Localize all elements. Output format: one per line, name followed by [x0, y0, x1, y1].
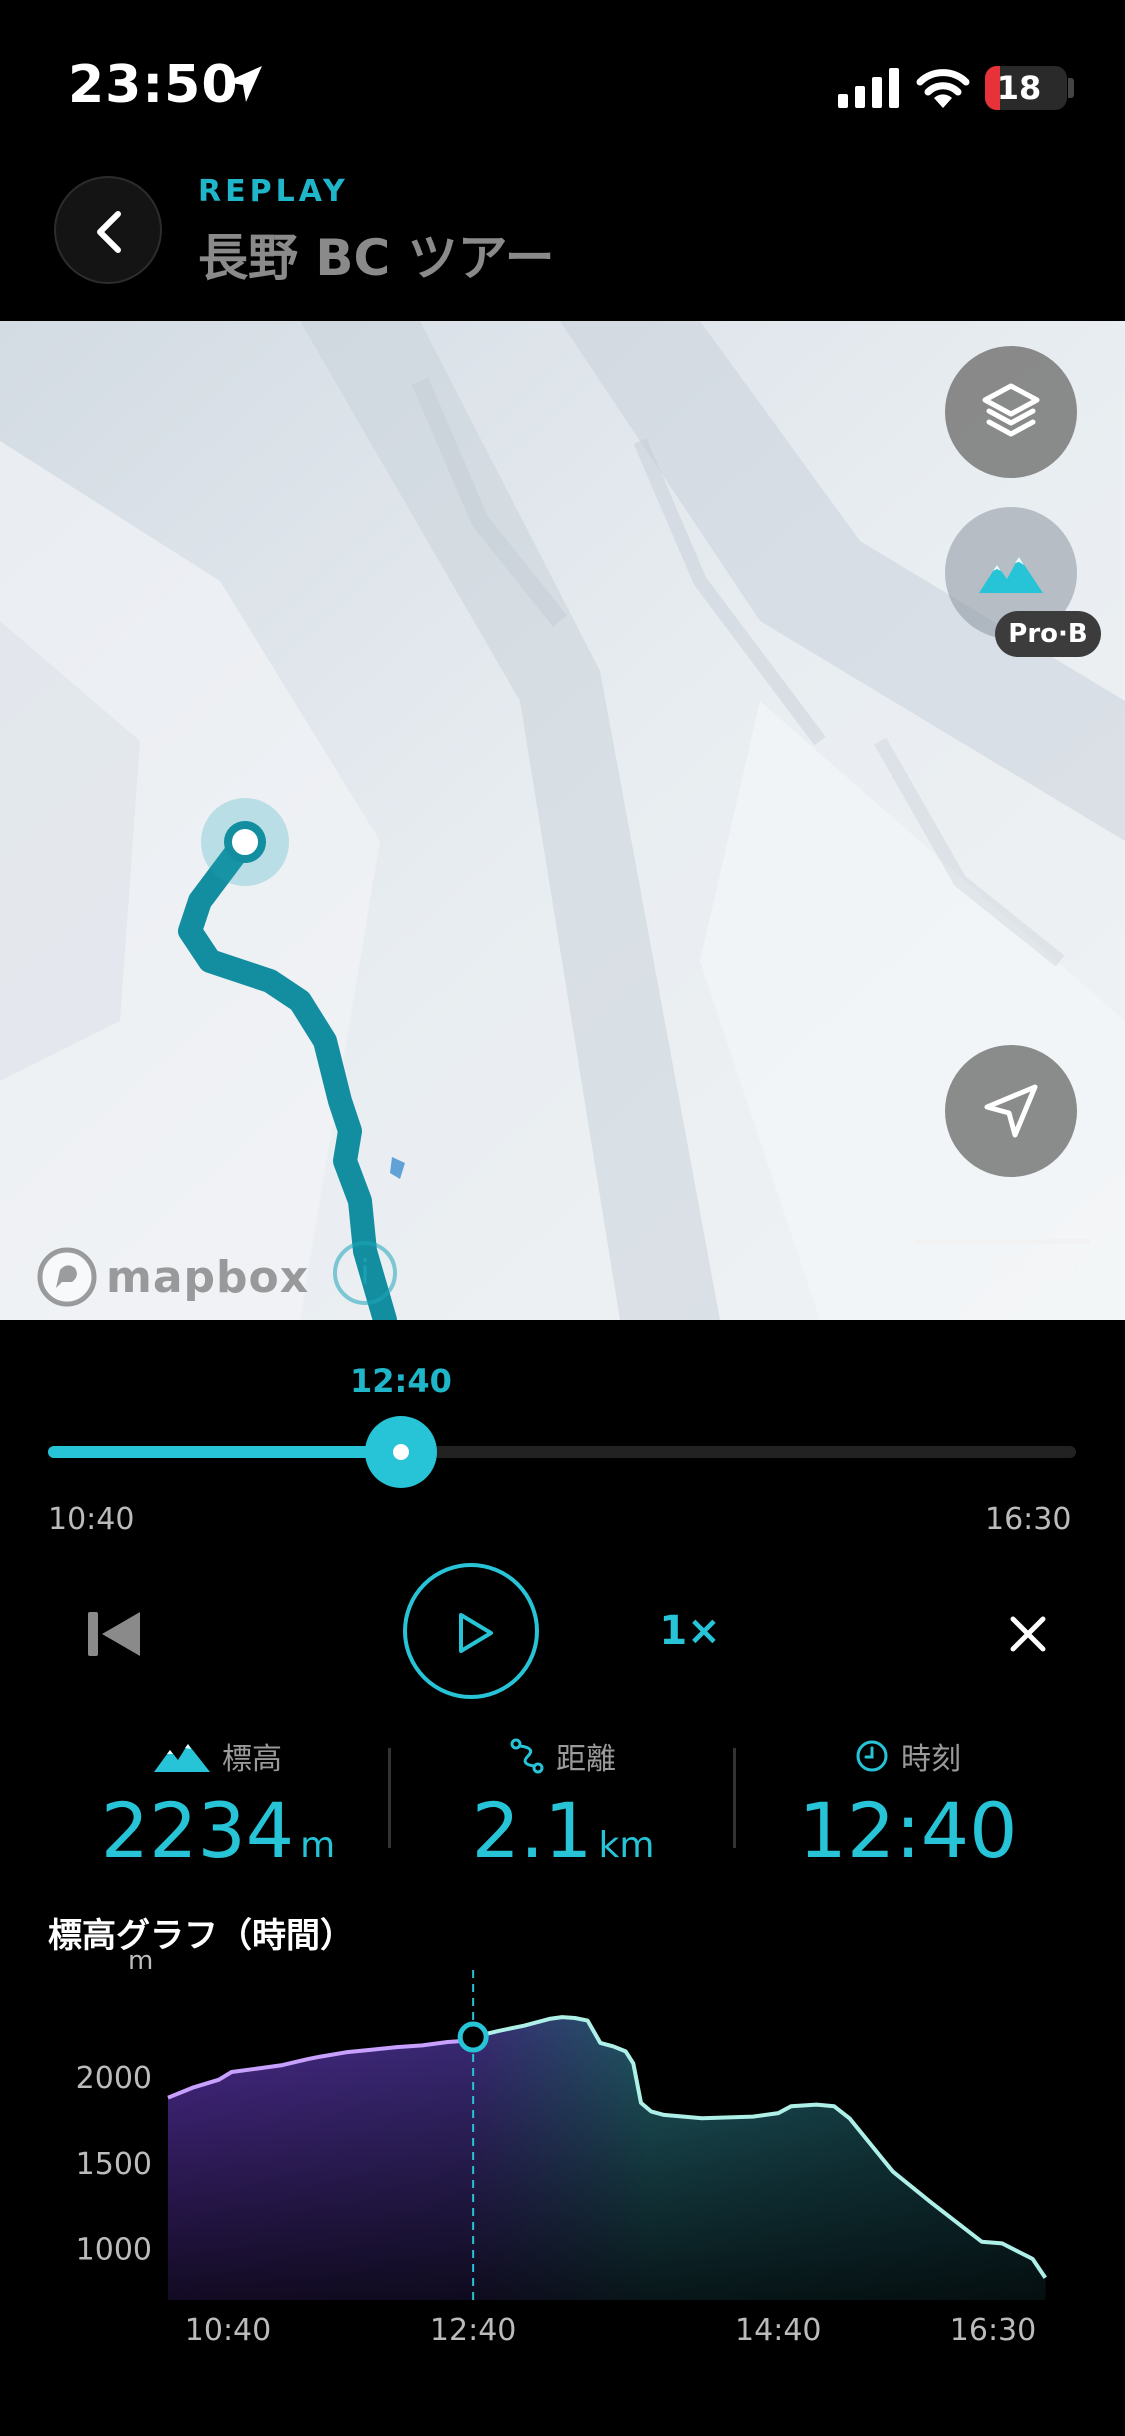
layers-icon — [982, 383, 1040, 437]
time-label: 時刻 — [901, 1742, 961, 1777]
page-title: 長野 BC ツアー — [198, 229, 555, 287]
elevation-unit: m — [300, 1825, 336, 1866]
chart-title: 標高グラフ（時間） — [48, 1916, 354, 1956]
distance-stat: 距離 2.1 km — [393, 1734, 733, 1891]
play-button[interactable] — [403, 1563, 539, 1699]
elevation-stat: 標高 2234 m — [48, 1734, 388, 1891]
distance-value: 2.1 — [471, 1786, 593, 1875]
mountains-icon — [154, 1744, 210, 1772]
elevation-chart[interactable]: 2000 1500 1000 10:40 12:40 14:40 16:30 — [0, 1960, 1125, 2350]
x-tick-label: 12:40 — [430, 2313, 516, 2348]
distance-label: 距離 — [556, 1742, 616, 1777]
locate-button[interactable] — [945, 1045, 1077, 1177]
skip-back-button[interactable] — [88, 1608, 142, 1660]
scale-label: 500 m — [990, 1251, 1080, 1284]
mountains-icon — [979, 557, 1043, 593]
slider-current-time: 12:40 — [350, 1362, 452, 1400]
x-tick-label: 10:40 — [185, 2313, 271, 2348]
location-arrow-icon — [226, 66, 262, 102]
status-time: 23:50 — [68, 55, 239, 115]
stat-divider — [733, 1748, 736, 1848]
stat-divider — [388, 1748, 391, 1848]
x-tick-label: 16:30 — [950, 2313, 1036, 2348]
y-tick-label: 1500 — [76, 2147, 152, 2182]
battery-tip — [1068, 78, 1074, 98]
time-stat: 時刻 12:40 — [738, 1734, 1078, 1876]
header-subtitle: REPLAY — [198, 174, 349, 209]
status-bar: 23:50 18 — [0, 0, 1125, 150]
slider-end-time: 16:30 — [985, 1502, 1072, 1537]
y-tick-label: 1000 — [76, 2233, 152, 2268]
playback-speed-button[interactable]: 1× — [640, 1608, 740, 1654]
map-view[interactable]: Pro·B mapbox i 500 m — [0, 321, 1125, 1320]
attribution-info-button[interactable]: i — [333, 1241, 397, 1305]
battery-icon: 18 — [985, 66, 1067, 110]
elevation-value: 2234 — [100, 1786, 295, 1875]
distance-unit: km — [598, 1825, 655, 1866]
mapbox-logo: mapbox — [36, 1246, 309, 1308]
current-position-marker — [457, 2021, 489, 2053]
scale-bar — [915, 1239, 1090, 1244]
terrain-map — [0, 321, 1125, 1320]
slider-start-time: 10:40 — [48, 1502, 135, 1537]
close-button[interactable] — [1008, 1614, 1048, 1654]
back-button[interactable] — [54, 176, 162, 284]
navigation-arrow-icon — [984, 1084, 1038, 1138]
cellular-signal-icon — [838, 68, 899, 108]
timeline-slider-progress — [48, 1446, 401, 1458]
time-value: 12:40 — [798, 1786, 1018, 1875]
x-tick-label: 14:40 — [735, 2313, 821, 2348]
battery-percent: 18 — [996, 69, 1042, 107]
timeline-slider-thumb[interactable] — [364, 1416, 437, 1488]
chevron-left-icon — [97, 211, 121, 253]
clock-icon — [856, 1740, 888, 1772]
elevation-label: 標高 — [222, 1742, 282, 1777]
wifi-icon — [916, 69, 970, 108]
y-tick-label: 2000 — [76, 2061, 152, 2096]
play-icon — [459, 1613, 493, 1653]
pro-badge: Pro·B — [995, 611, 1101, 657]
layers-button[interactable] — [945, 346, 1077, 478]
mapbox-icon — [37, 1247, 97, 1307]
mapbox-wordmark: mapbox — [106, 1251, 310, 1303]
route-icon — [510, 1738, 544, 1774]
